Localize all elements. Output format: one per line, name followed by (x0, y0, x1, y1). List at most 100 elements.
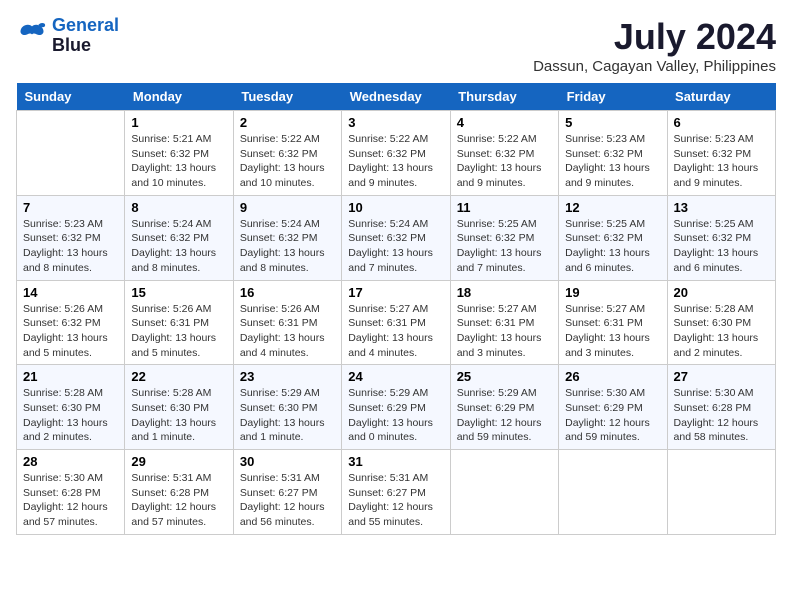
calendar-cell: 29 Sunrise: 5:31 AMSunset: 6:28 PMDaylig… (125, 450, 233, 535)
cell-info: Sunrise: 5:28 AMSunset: 6:30 PMDaylight:… (131, 386, 226, 445)
calendar-cell (667, 450, 775, 535)
calendar-cell: 15 Sunrise: 5:26 AMSunset: 6:31 PMDaylig… (125, 280, 233, 365)
cell-info: Sunrise: 5:24 AMSunset: 6:32 PMDaylight:… (131, 217, 226, 276)
calendar-cell: 10 Sunrise: 5:24 AMSunset: 6:32 PMDaylig… (342, 195, 450, 280)
cell-info: Sunrise: 5:25 AMSunset: 6:32 PMDaylight:… (565, 217, 660, 276)
calendar-week-4: 21 Sunrise: 5:28 AMSunset: 6:30 PMDaylig… (17, 365, 776, 450)
cell-info: Sunrise: 5:22 AMSunset: 6:32 PMDaylight:… (240, 132, 335, 191)
cell-info: Sunrise: 5:24 AMSunset: 6:32 PMDaylight:… (240, 217, 335, 276)
calendar-cell: 14 Sunrise: 5:26 AMSunset: 6:32 PMDaylig… (17, 280, 125, 365)
date-number: 21 (23, 369, 118, 384)
date-number: 26 (565, 369, 660, 384)
cell-info: Sunrise: 5:25 AMSunset: 6:32 PMDaylight:… (457, 217, 552, 276)
logo-text: General Blue (52, 16, 119, 56)
date-number: 13 (674, 200, 769, 215)
date-number: 8 (131, 200, 226, 215)
date-number: 7 (23, 200, 118, 215)
day-header-saturday: Saturday (667, 83, 775, 111)
calendar-cell (17, 111, 125, 196)
cell-info: Sunrise: 5:25 AMSunset: 6:32 PMDaylight:… (674, 217, 769, 276)
date-number: 25 (457, 369, 552, 384)
calendar-cell: 20 Sunrise: 5:28 AMSunset: 6:30 PMDaylig… (667, 280, 775, 365)
calendar-cell: 7 Sunrise: 5:23 AMSunset: 6:32 PMDayligh… (17, 195, 125, 280)
date-number: 15 (131, 285, 226, 300)
day-header-sunday: Sunday (17, 83, 125, 111)
date-number: 18 (457, 285, 552, 300)
calendar-cell: 18 Sunrise: 5:27 AMSunset: 6:31 PMDaylig… (450, 280, 558, 365)
cell-info: Sunrise: 5:22 AMSunset: 6:32 PMDaylight:… (457, 132, 552, 191)
cell-info: Sunrise: 5:28 AMSunset: 6:30 PMDaylight:… (23, 386, 118, 445)
calendar-cell: 31 Sunrise: 5:31 AMSunset: 6:27 PMDaylig… (342, 450, 450, 535)
day-header-thursday: Thursday (450, 83, 558, 111)
cell-info: Sunrise: 5:27 AMSunset: 6:31 PMDaylight:… (348, 302, 443, 361)
date-number: 24 (348, 369, 443, 384)
calendar-cell: 24 Sunrise: 5:29 AMSunset: 6:29 PMDaylig… (342, 365, 450, 450)
date-number: 10 (348, 200, 443, 215)
calendar-cell: 26 Sunrise: 5:30 AMSunset: 6:29 PMDaylig… (559, 365, 667, 450)
date-number: 17 (348, 285, 443, 300)
calendar-cell: 13 Sunrise: 5:25 AMSunset: 6:32 PMDaylig… (667, 195, 775, 280)
calendar-header-row: SundayMondayTuesdayWednesdayThursdayFrid… (17, 83, 776, 111)
title-section: July 2024 Dassun, Cagayan Valley, Philip… (533, 16, 776, 75)
day-header-tuesday: Tuesday (233, 83, 341, 111)
date-number: 27 (674, 369, 769, 384)
calendar-cell: 6 Sunrise: 5:23 AMSunset: 6:32 PMDayligh… (667, 111, 775, 196)
date-number: 5 (565, 115, 660, 130)
date-number: 6 (674, 115, 769, 130)
calendar-cell: 27 Sunrise: 5:30 AMSunset: 6:28 PMDaylig… (667, 365, 775, 450)
calendar-week-2: 7 Sunrise: 5:23 AMSunset: 6:32 PMDayligh… (17, 195, 776, 280)
calendar-cell: 11 Sunrise: 5:25 AMSunset: 6:32 PMDaylig… (450, 195, 558, 280)
page-header: General Blue July 2024 Dassun, Cagayan V… (16, 16, 776, 75)
cell-info: Sunrise: 5:26 AMSunset: 6:31 PMDaylight:… (131, 302, 226, 361)
calendar-week-1: 1 Sunrise: 5:21 AMSunset: 6:32 PMDayligh… (17, 111, 776, 196)
cell-info: Sunrise: 5:26 AMSunset: 6:32 PMDaylight:… (23, 302, 118, 361)
cell-info: Sunrise: 5:29 AMSunset: 6:29 PMDaylight:… (457, 386, 552, 445)
cell-info: Sunrise: 5:31 AMSunset: 6:28 PMDaylight:… (131, 471, 226, 530)
subtitle: Dassun, Cagayan Valley, Philippines (533, 58, 776, 75)
cell-info: Sunrise: 5:30 AMSunset: 6:28 PMDaylight:… (23, 471, 118, 530)
date-number: 11 (457, 200, 552, 215)
cell-info: Sunrise: 5:23 AMSunset: 6:32 PMDaylight:… (23, 217, 118, 276)
cell-info: Sunrise: 5:30 AMSunset: 6:28 PMDaylight:… (674, 386, 769, 445)
cell-info: Sunrise: 5:27 AMSunset: 6:31 PMDaylight:… (457, 302, 552, 361)
cell-info: Sunrise: 5:28 AMSunset: 6:30 PMDaylight:… (674, 302, 769, 361)
logo-icon (16, 20, 48, 52)
calendar-cell: 22 Sunrise: 5:28 AMSunset: 6:30 PMDaylig… (125, 365, 233, 450)
date-number: 1 (131, 115, 226, 130)
date-number: 28 (23, 454, 118, 469)
date-number: 16 (240, 285, 335, 300)
calendar-cell: 12 Sunrise: 5:25 AMSunset: 6:32 PMDaylig… (559, 195, 667, 280)
cell-info: Sunrise: 5:23 AMSunset: 6:32 PMDaylight:… (565, 132, 660, 191)
cell-info: Sunrise: 5:23 AMSunset: 6:32 PMDaylight:… (674, 132, 769, 191)
date-number: 22 (131, 369, 226, 384)
date-number: 12 (565, 200, 660, 215)
cell-info: Sunrise: 5:30 AMSunset: 6:29 PMDaylight:… (565, 386, 660, 445)
cell-info: Sunrise: 5:21 AMSunset: 6:32 PMDaylight:… (131, 132, 226, 191)
calendar-cell: 30 Sunrise: 5:31 AMSunset: 6:27 PMDaylig… (233, 450, 341, 535)
calendar-cell (450, 450, 558, 535)
calendar-cell: 17 Sunrise: 5:27 AMSunset: 6:31 PMDaylig… (342, 280, 450, 365)
calendar-cell: 8 Sunrise: 5:24 AMSunset: 6:32 PMDayligh… (125, 195, 233, 280)
calendar-cell (559, 450, 667, 535)
main-title: July 2024 (533, 16, 776, 58)
date-number: 14 (23, 285, 118, 300)
cell-info: Sunrise: 5:24 AMSunset: 6:32 PMDaylight:… (348, 217, 443, 276)
date-number: 20 (674, 285, 769, 300)
date-number: 19 (565, 285, 660, 300)
date-number: 9 (240, 200, 335, 215)
date-number: 3 (348, 115, 443, 130)
date-number: 30 (240, 454, 335, 469)
calendar-cell: 28 Sunrise: 5:30 AMSunset: 6:28 PMDaylig… (17, 450, 125, 535)
calendar-week-3: 14 Sunrise: 5:26 AMSunset: 6:32 PMDaylig… (17, 280, 776, 365)
cell-info: Sunrise: 5:29 AMSunset: 6:29 PMDaylight:… (348, 386, 443, 445)
day-header-wednesday: Wednesday (342, 83, 450, 111)
calendar-cell: 25 Sunrise: 5:29 AMSunset: 6:29 PMDaylig… (450, 365, 558, 450)
calendar-cell: 21 Sunrise: 5:28 AMSunset: 6:30 PMDaylig… (17, 365, 125, 450)
calendar-cell: 2 Sunrise: 5:22 AMSunset: 6:32 PMDayligh… (233, 111, 341, 196)
calendar-cell: 3 Sunrise: 5:22 AMSunset: 6:32 PMDayligh… (342, 111, 450, 196)
cell-info: Sunrise: 5:29 AMSunset: 6:30 PMDaylight:… (240, 386, 335, 445)
cell-info: Sunrise: 5:31 AMSunset: 6:27 PMDaylight:… (240, 471, 335, 530)
calendar-cell: 9 Sunrise: 5:24 AMSunset: 6:32 PMDayligh… (233, 195, 341, 280)
calendar-cell: 4 Sunrise: 5:22 AMSunset: 6:32 PMDayligh… (450, 111, 558, 196)
calendar-cell: 1 Sunrise: 5:21 AMSunset: 6:32 PMDayligh… (125, 111, 233, 196)
